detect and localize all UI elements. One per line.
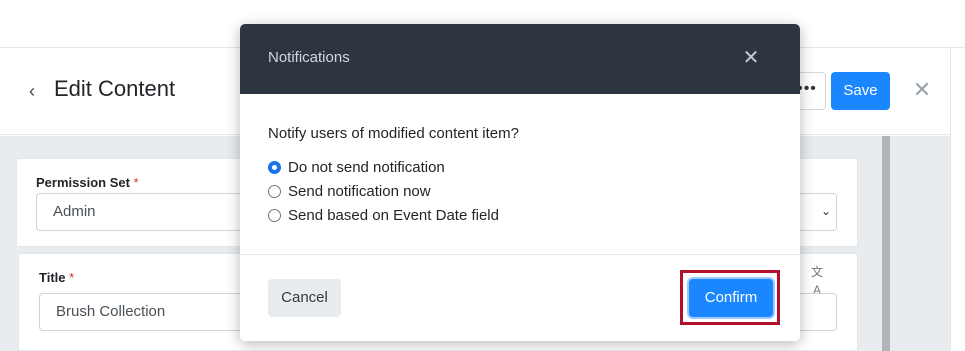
close-page-button[interactable]: ✕ <box>910 76 934 104</box>
radio-button[interactable] <box>268 184 281 198</box>
translate-icon[interactable]: 文A <box>808 263 826 297</box>
back-button[interactable]: ‹ <box>24 80 40 102</box>
radio-button[interactable] <box>268 160 281 174</box>
more-horizontal-icon: ••• <box>797 80 817 97</box>
permission-set-label: Permission Set * <box>36 175 139 190</box>
close-icon: ✕ <box>742 47 760 69</box>
modal-title: Notifications <box>268 49 350 66</box>
scrollbar[interactable] <box>882 136 890 351</box>
required-mark: * <box>133 175 139 190</box>
radio-option-send-now[interactable]: Send notification now <box>268 181 431 201</box>
notifications-modal: Notifications ✕ Notify users of modified… <box>240 24 800 341</box>
page-title: Edit Content <box>54 76 176 101</box>
required-mark: * <box>69 270 75 285</box>
radio-label[interactable]: Send based on Event Date field <box>288 207 499 224</box>
radio-option-event-date[interactable]: Send based on Event Date field <box>268 205 499 225</box>
permission-set-label-text: Permission Set <box>36 175 130 190</box>
modal-close-button[interactable]: ✕ <box>740 46 762 70</box>
radio-button[interactable] <box>268 208 281 222</box>
title-label: Title * <box>39 270 74 285</box>
save-button[interactable]: Save <box>831 72 890 110</box>
radio-option-do-not-send[interactable]: Do not send notification <box>268 157 445 177</box>
right-rail <box>950 49 965 351</box>
modal-question: Notify users of modified content item? <box>268 125 519 142</box>
confirm-button[interactable]: Confirm <box>689 279 773 317</box>
chevron-left-icon: ‹ <box>29 81 35 101</box>
modal-footer-divider <box>240 254 800 255</box>
title-label-text: Title <box>39 270 66 285</box>
radio-label[interactable]: Do not send notification <box>288 159 445 176</box>
chevron-down-icon[interactable]: ⌄ <box>818 201 834 221</box>
cancel-button[interactable]: Cancel <box>268 279 341 317</box>
radio-label[interactable]: Send notification now <box>288 183 431 200</box>
modal-header: Notifications ✕ <box>240 24 800 94</box>
close-icon: ✕ <box>912 77 932 102</box>
